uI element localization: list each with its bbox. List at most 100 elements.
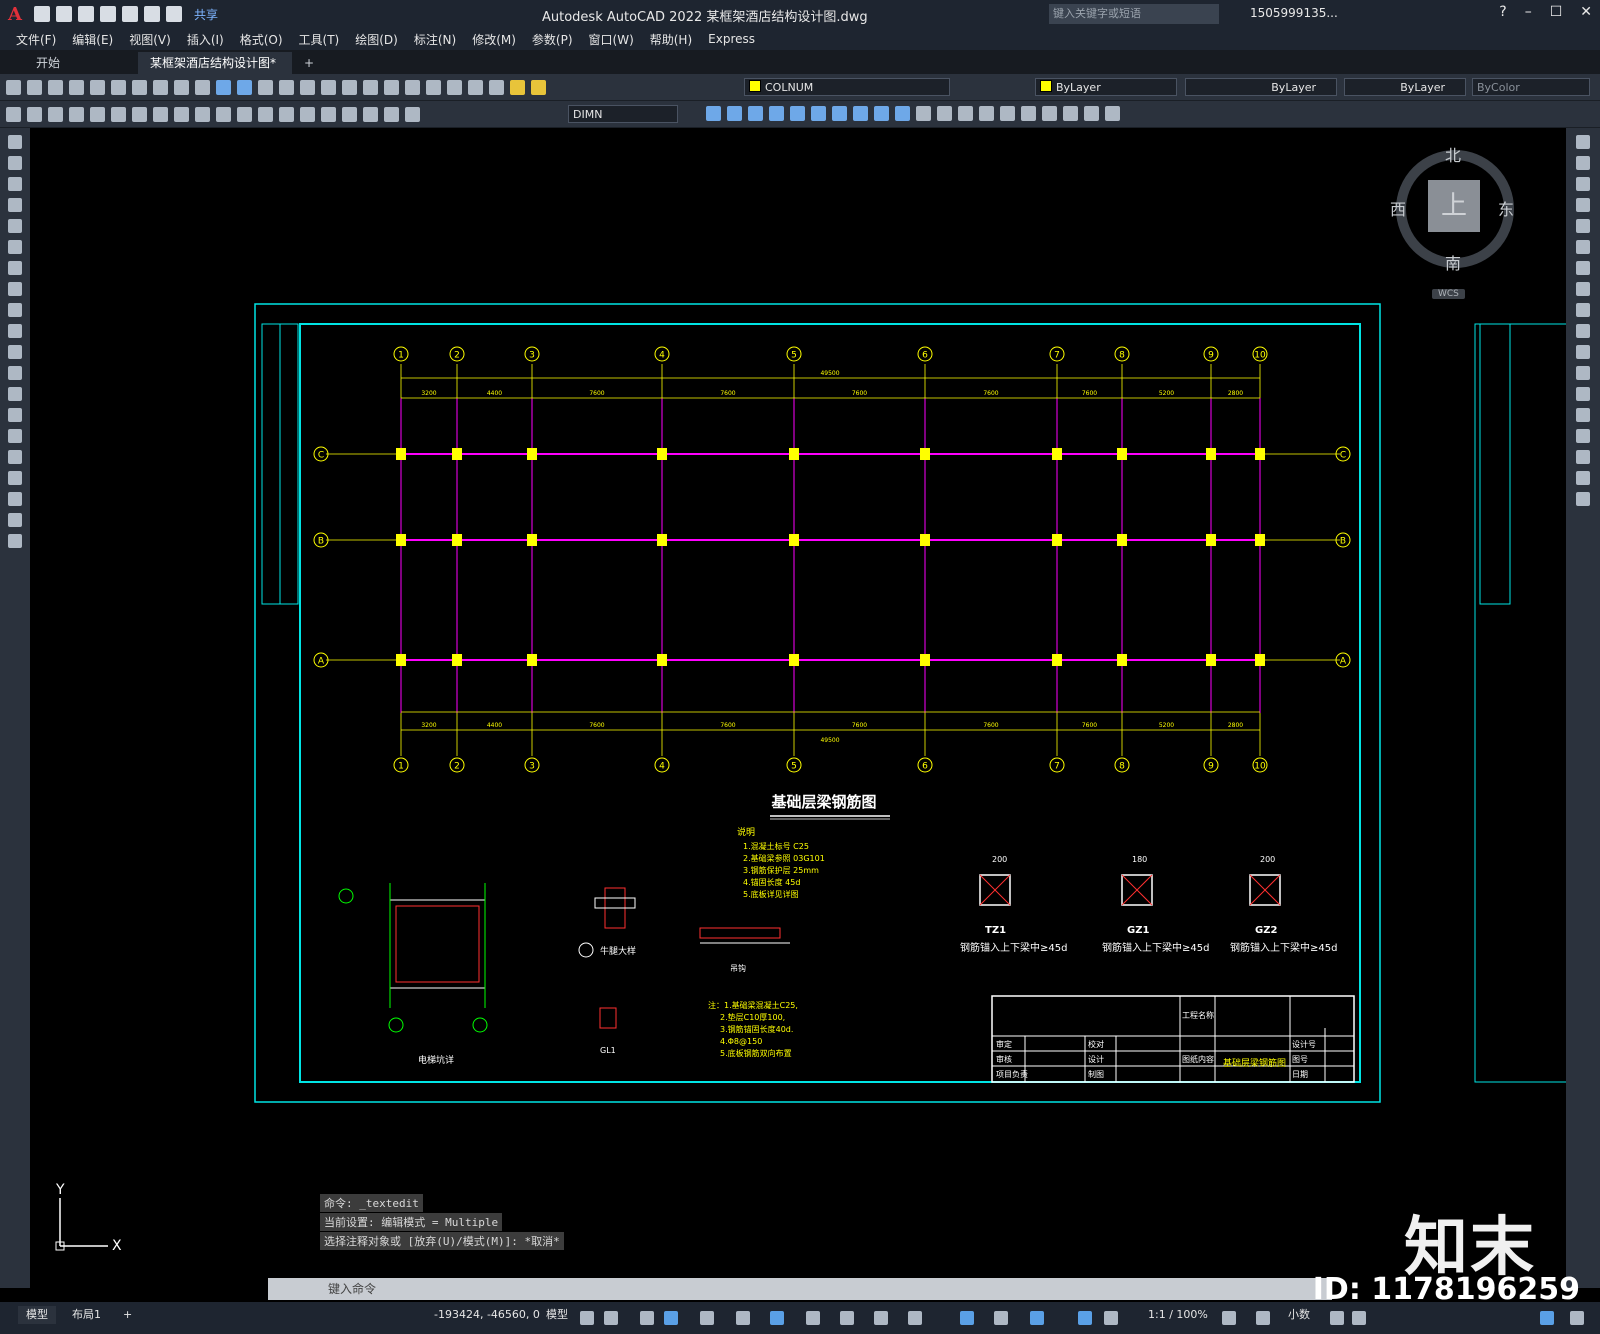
menu-dimension[interactable]: 标注(N) [414, 31, 456, 48]
rectangle-icon[interactable] [8, 219, 22, 233]
inspection-icon[interactable] [321, 106, 336, 122]
view-back-icon[interactable] [811, 106, 826, 121]
minimize-icon[interactable]: – [1525, 4, 1532, 20]
open-icon[interactable] [56, 6, 72, 22]
scale-icon[interactable] [1576, 282, 1590, 296]
snap-icon[interactable] [604, 1311, 618, 1325]
design-center-icon[interactable] [363, 79, 378, 95]
viewcube-north[interactable]: 北 [1445, 142, 1461, 166]
viewcube-south[interactable]: 南 [1445, 250, 1461, 274]
explode-icon[interactable] [1576, 492, 1590, 506]
new-icon[interactable] [34, 6, 50, 22]
linetype-dropdown[interactable]: ByLayer [1185, 78, 1337, 96]
polyline-icon[interactable] [8, 177, 22, 191]
menu-file[interactable]: 文件(F) [16, 31, 56, 48]
sheet-set-icon[interactable] [405, 79, 420, 95]
view-se-icon[interactable] [853, 106, 868, 121]
lineweight-dropdown[interactable]: ByLayer [1344, 78, 1466, 96]
autocad-logo-icon[interactable]: A [0, 0, 30, 28]
menu-draw[interactable]: 绘图(D) [355, 31, 398, 48]
wcs-menu[interactable]: WCS [1432, 289, 1465, 299]
menu-view[interactable]: 视图(V) [129, 31, 171, 48]
join-icon[interactable] [1576, 408, 1590, 422]
menu-edit[interactable]: 编辑(E) [72, 31, 113, 48]
new-tab-button[interactable]: + [292, 52, 326, 74]
menu-help[interactable]: 帮助(H) [650, 31, 692, 48]
insert-block-icon[interactable] [8, 366, 22, 380]
make-block-icon[interactable] [8, 387, 22, 401]
save-icon[interactable] [48, 79, 63, 95]
calculator-icon[interactable] [447, 79, 462, 95]
ucs-x-icon[interactable] [1105, 106, 1120, 121]
viewcube-west[interactable]: 西 [1390, 196, 1406, 220]
plot-icon[interactable] [122, 6, 138, 22]
dimstyle-dropdown[interactable]: DIMN [568, 105, 678, 123]
publish-icon[interactable] [111, 79, 126, 95]
lineweight-icon[interactable] [806, 1311, 820, 1325]
chamfer-icon[interactable] [1576, 429, 1590, 443]
object-snap-tracking-icon[interactable] [736, 1311, 750, 1325]
ucs-origin-icon[interactable] [1042, 106, 1057, 121]
redo-icon[interactable] [166, 6, 182, 22]
ucs-previous-icon[interactable] [958, 106, 973, 121]
tab-model[interactable]: 模型 [18, 1306, 56, 1324]
construction-line-icon[interactable] [8, 156, 22, 170]
region-icon[interactable] [8, 471, 22, 485]
quick-dim-icon[interactable] [174, 106, 189, 122]
layer-properties-icon[interactable] [489, 79, 504, 95]
jogged-icon[interactable] [111, 106, 126, 122]
layer-dropdown[interactable]: COLNUM [744, 78, 950, 96]
polygon-icon[interactable] [8, 198, 22, 212]
quick-properties-icon[interactable] [1330, 1311, 1344, 1325]
user-account[interactable]: 1505999135... [1250, 6, 1338, 20]
plotstyle-dropdown[interactable]: ByColor [1472, 78, 1590, 96]
annotation-visibility-icon[interactable] [1078, 1311, 1092, 1325]
viewcube-top-face[interactable]: 上 [1428, 180, 1480, 232]
qnew-icon[interactable] [6, 79, 21, 95]
paste-icon[interactable] [174, 79, 189, 95]
pan-icon[interactable] [258, 79, 273, 95]
view-right-icon[interactable] [769, 106, 784, 121]
viewcube-east[interactable]: 东 [1498, 196, 1514, 220]
rotate-icon[interactable] [1576, 261, 1590, 275]
ucs-object-icon[interactable] [1000, 106, 1015, 121]
match-properties-icon[interactable] [195, 79, 210, 95]
lock-ui-icon[interactable] [1352, 1311, 1366, 1325]
maximize-icon[interactable]: ☐ [1550, 4, 1563, 20]
jogged-linear-icon[interactable] [342, 106, 357, 122]
view-top-icon[interactable] [706, 106, 721, 121]
layer-on-icon[interactable] [510, 79, 525, 95]
ellipse-arc-icon[interactable] [8, 345, 22, 359]
auto-scale-icon[interactable] [1104, 1311, 1118, 1325]
workspace-gear-icon[interactable] [1222, 1311, 1236, 1325]
drawing-canvas[interactable]: 1 1 2 2 3 3 4 4 5 5 6 6 7 7 8 8 9 9 10 10 C C B B A A 3200 3200 4400… [30, 128, 1566, 1288]
menu-express[interactable]: Express [708, 32, 755, 46]
help-button[interactable]: ? [1499, 4, 1506, 20]
ucs-icon[interactable] [916, 106, 931, 121]
menu-format[interactable]: 格式(O) [240, 31, 283, 48]
break-icon[interactable] [258, 106, 273, 122]
units-selector[interactable]: 小数 [1280, 1306, 1318, 1324]
help-icon[interactable] [468, 79, 483, 95]
dim-update-icon[interactable] [405, 106, 420, 122]
ucs-3point-icon[interactable] [1084, 106, 1099, 121]
save-as-icon[interactable] [100, 6, 116, 22]
baseline-icon[interactable] [195, 106, 210, 122]
model-space-toggle[interactable]: 模型 [538, 1306, 576, 1324]
blend-icon[interactable] [1576, 471, 1590, 485]
selection-cycling-icon[interactable] [874, 1311, 888, 1325]
command-input[interactable]: 键入命令 [268, 1278, 1332, 1300]
menu-window[interactable]: 窗口(W) [589, 31, 634, 48]
mirror-icon[interactable] [1576, 177, 1590, 191]
circle-icon[interactable] [8, 261, 22, 275]
offset-icon[interactable] [1576, 198, 1590, 212]
array-icon[interactable] [1576, 219, 1590, 233]
view-front-icon[interactable] [790, 106, 805, 121]
menu-parametric[interactable]: 参数(P) [532, 31, 573, 48]
redo-icon[interactable] [237, 79, 252, 95]
object-snap-icon[interactable] [770, 1311, 784, 1325]
3d-osnap-icon[interactable] [908, 1311, 922, 1325]
arc-length-icon[interactable] [48, 106, 63, 122]
view-left-icon[interactable] [748, 106, 763, 121]
ucs-world-icon[interactable] [937, 106, 952, 121]
